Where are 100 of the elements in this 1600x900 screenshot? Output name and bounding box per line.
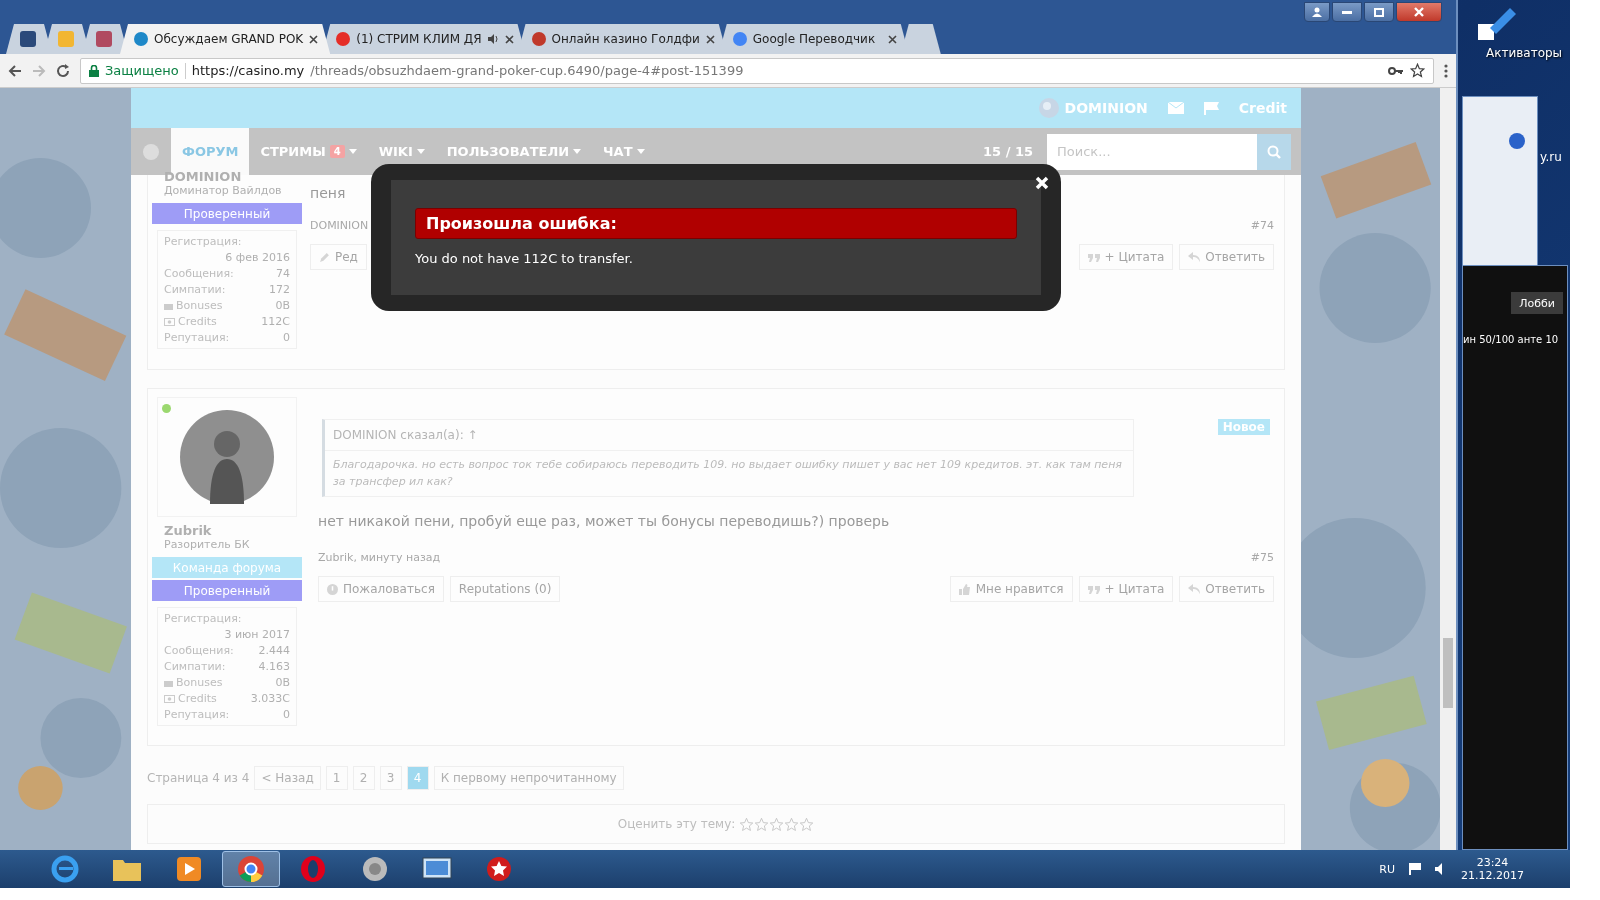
quote-icon <box>1087 584 1100 594</box>
pagination-link[interactable]: < Назад <box>254 766 321 790</box>
stat-value: 172 <box>269 283 290 296</box>
desktop-icon-label[interactable]: Активаторы <box>1486 46 1563 60</box>
post-action-button[interactable]: Ответить <box>1179 576 1274 602</box>
maximize-button[interactable] <box>1364 2 1394 22</box>
menu-icon[interactable] <box>1444 63 1448 78</box>
table-info: ин 50/100 анте 10 <box>1463 334 1559 345</box>
browser-tab[interactable]: Обсуждаем GRAND POK <box>120 24 331 54</box>
caret-icon <box>416 149 425 154</box>
page-link[interactable]: 1 <box>325 766 348 790</box>
close-icon <box>1414 7 1424 17</box>
chrome-icon <box>237 855 265 883</box>
stat-value: 6 фев 2016 <box>224 251 290 264</box>
favicon-icon <box>732 32 747 46</box>
error-message: You do not have 112C to transfer. <box>415 251 634 266</box>
post-text: нет никакой пени, пробуй еще раз, может ты бонусы переводишь?) проверь <box>318 513 891 529</box>
user-title: Доминатор Вайлдов <box>164 184 283 197</box>
desktop-text: y.ru <box>1540 150 1562 164</box>
stat-value: 3 июн 2017 <box>223 628 290 641</box>
post-meta[interactable]: DOMINION <box>310 219 369 232</box>
post-number[interactable]: #75 <box>1250 551 1274 564</box>
close-icon[interactable] <box>887 34 897 44</box>
post-action-button[interactable]: Пожаловаться <box>318 576 444 602</box>
back-icon[interactable] <box>8 63 22 78</box>
favicon-icon <box>58 31 74 47</box>
page-link[interactable]: 3 <box>379 766 402 790</box>
page-link[interactable]: 4 <box>406 766 429 790</box>
poker-icon <box>485 855 513 883</box>
page-counter[interactable]: 15 / 15 <box>983 144 1033 159</box>
thumbs-up-icon <box>958 583 971 595</box>
close-icon[interactable] <box>705 34 715 44</box>
stat-label: Сообщения: <box>164 644 234 657</box>
clock[interactable]: 23:24 21.12.2017 <box>1461 856 1524 882</box>
post-action-button[interactable]: Ред <box>310 244 367 270</box>
banknote-icon <box>164 317 175 326</box>
url-path: /threads/obsuzhdaem-grand-poker-cup.6490/page-4#post-151399 <box>310 63 745 78</box>
post-action-button[interactable]: Мне нравится <box>949 576 1073 602</box>
post-action-button[interactable]: + Цитата <box>1078 576 1174 602</box>
page-link[interactable]: 2 <box>352 766 375 790</box>
stat-value: 112C <box>261 315 290 328</box>
quote-text: Благодарочка. но есть вопрос ток тебе собираюсь переводить 109. но выдает ошибку пишет у вас нет 109 кредитов. эт. как там пеня за трансфер ил как? <box>332 457 1123 490</box>
reload-icon[interactable] <box>56 63 70 78</box>
header-username[interactable]: DOMINION <box>1064 100 1148 116</box>
stat-value: 2.444 <box>258 644 290 657</box>
pencil-icon <box>319 251 330 263</box>
speaker-icon <box>361 855 389 883</box>
stat-label: Credits <box>178 692 217 705</box>
quote-author: DOMINION сказал(а): ↑ <box>325 420 1133 451</box>
new-label: Новое <box>1217 419 1270 435</box>
post-action-button[interactable]: Ответить <box>1179 244 1274 270</box>
post-action-button[interactable]: + Цитата <box>1078 244 1174 270</box>
search-icon <box>1267 144 1281 159</box>
post-action-button[interactable]: Reputations (0) <box>449 576 561 602</box>
banknote-icon <box>164 694 175 703</box>
minimize-icon <box>1342 10 1352 14</box>
pagination-link[interactable]: К первому непрочитанному <box>433 766 624 790</box>
user-badge: Команда форума <box>152 557 302 578</box>
language-indicator[interactable]: RU <box>1379 862 1395 876</box>
caret-icon <box>573 149 582 154</box>
stat-label: Регистрация: <box>164 235 243 248</box>
user-title: Разоритель БК <box>164 538 251 551</box>
stat-value: 3.033C <box>250 692 290 705</box>
page-label: Страница 4 из 4 <box>147 771 250 785</box>
key-icon[interactable] <box>1388 65 1404 76</box>
gift-icon <box>164 301 173 310</box>
close-icon[interactable] <box>504 34 514 44</box>
close-icon[interactable] <box>309 34 319 44</box>
error-title: Произошла ошибка: <box>415 208 1017 239</box>
stat-label: Симпатии: <box>164 660 226 673</box>
stat-value: 0B <box>275 299 290 312</box>
username[interactable]: Zubrik <box>164 523 290 538</box>
stat-value: 0 <box>283 331 290 344</box>
address-bar[interactable]: Защищено https://casino.my /threads/obsuzhdaem-grand-poker-cup.6490/page-4#post-151399 <box>80 57 1434 84</box>
stat-label: Credits <box>178 315 217 328</box>
flag-icon[interactable] <box>1409 863 1421 875</box>
reply-icon <box>1188 252 1201 262</box>
profile-button[interactable] <box>1304 2 1330 22</box>
post-text: пеня <box>310 185 347 201</box>
reply-icon <box>1188 584 1201 594</box>
person-icon <box>1312 7 1322 17</box>
maximize-icon <box>1374 7 1384 17</box>
stat-value: 4.163 <box>258 660 290 673</box>
caret-icon <box>348 149 357 154</box>
monitor-icon <box>422 856 452 882</box>
lock-icon <box>89 64 99 77</box>
opera-icon <box>299 855 327 883</box>
close-button[interactable] <box>1396 2 1442 22</box>
post-number[interactable]: #74 <box>1250 219 1274 232</box>
stat-value: 74 <box>276 267 290 280</box>
stat-label: Регистрация: <box>164 612 243 625</box>
credit-link[interactable]: Credit <box>1238 100 1287 116</box>
minimize-button[interactable] <box>1332 2 1362 22</box>
star-icon[interactable] <box>1410 63 1425 78</box>
post-meta[interactable]: Zubrik, минуту назад <box>318 551 441 564</box>
lobby-button[interactable]: Лобби <box>1511 292 1563 314</box>
stat-label: Bonuses <box>176 676 223 689</box>
quote-icon <box>1087 252 1100 262</box>
url-host: https://casino.my <box>191 63 305 78</box>
stat-value: 0B <box>275 676 290 689</box>
